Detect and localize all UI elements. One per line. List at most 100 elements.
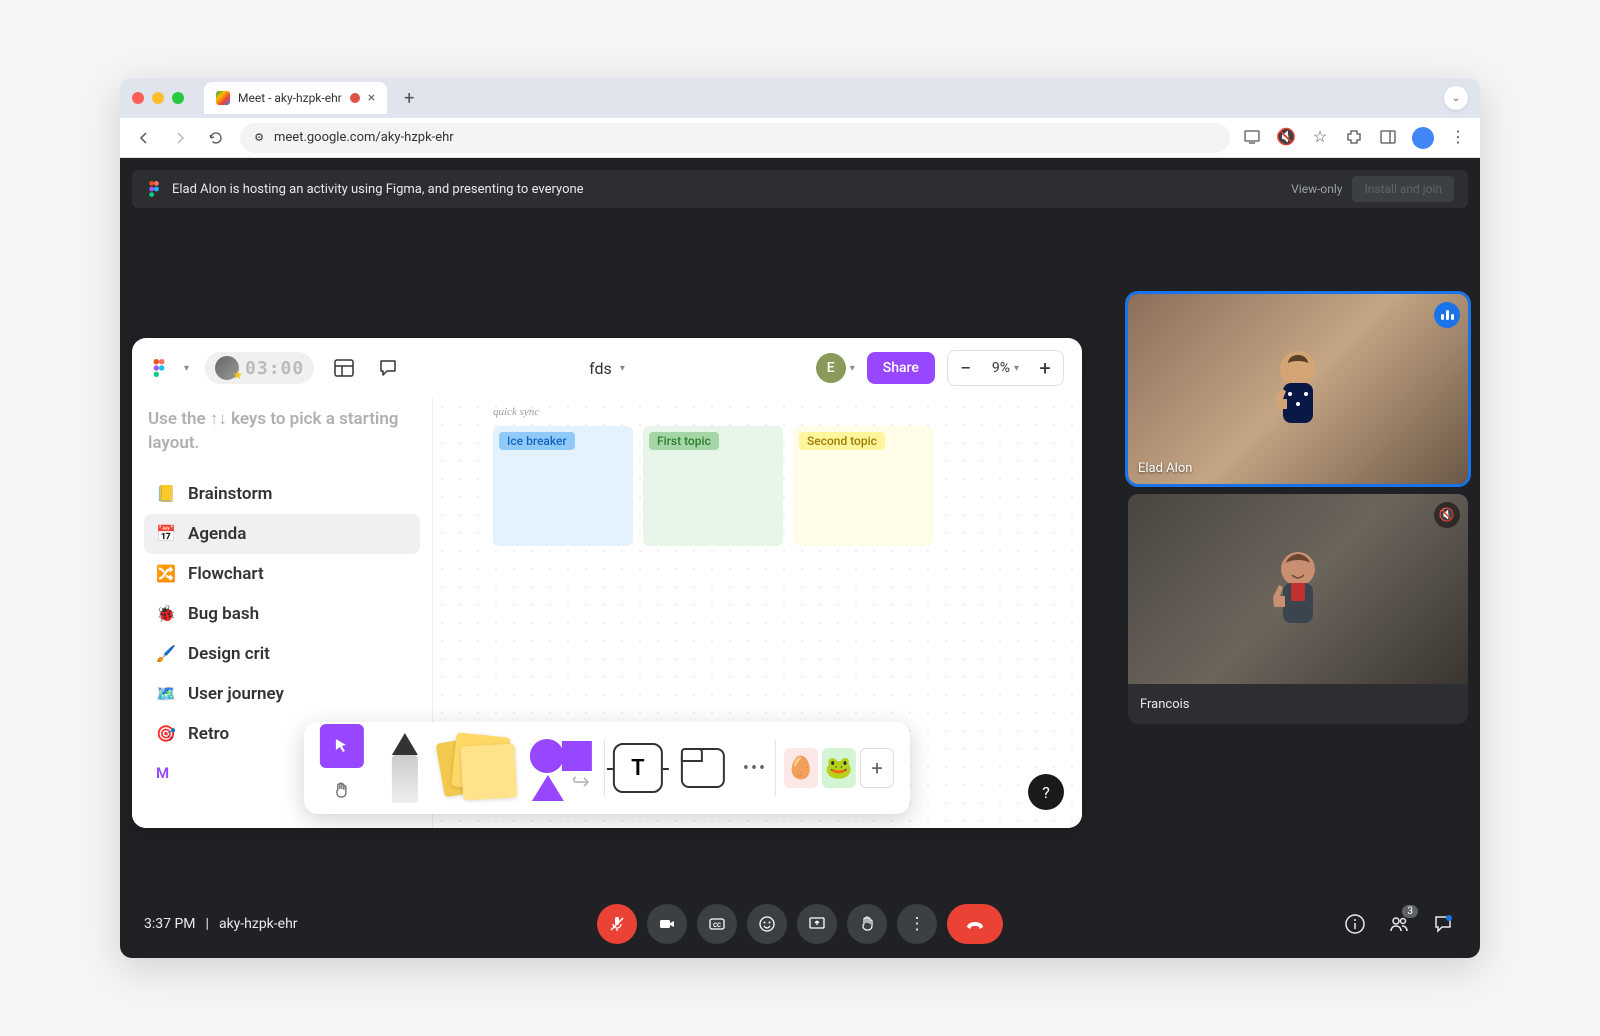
user-avatar: E — [816, 353, 846, 383]
tab-close-icon[interactable]: × — [368, 90, 375, 106]
sticky-note[interactable]: Ice breaker — [493, 426, 633, 546]
zoom-in-button[interactable]: + — [1027, 356, 1063, 380]
sticky-note[interactable]: Second topic — [793, 426, 933, 546]
extensions-icon[interactable] — [1344, 127, 1364, 147]
stamp-widget[interactable]: 🥚 — [784, 748, 818, 788]
meeting-code: aky-hzpk-ehr — [219, 916, 298, 932]
site-settings-icon[interactable]: ⚙ — [252, 131, 266, 145]
leave-call-button[interactable] — [947, 904, 1003, 944]
toolbar-icons: 🔇 ☆ ⋮ — [1242, 127, 1468, 149]
timer-value: 03:00 — [245, 358, 304, 379]
window-minimize[interactable] — [152, 92, 164, 104]
install-join-button[interactable]: Install and join — [1352, 176, 1454, 202]
meet-control-bar: 3:37 PM | aky-hzpk-ehr CC ⋮ 3 — [120, 890, 1480, 958]
template-flowchart[interactable]: 🔀Flowchart — [144, 554, 420, 594]
shapes-tool[interactable]: ↪ — [526, 733, 596, 803]
presence-caret-icon: ▾ — [850, 363, 855, 374]
meet-favicon — [216, 91, 230, 105]
person-thumbsup-icon — [1258, 539, 1338, 639]
figma-icon — [146, 181, 162, 197]
raise-hand-button[interactable] — [847, 904, 887, 944]
screen-share-icon[interactable] — [1242, 127, 1262, 147]
tab-title: Meet - aky-hzpk-ehr — [238, 91, 342, 105]
participant-video — [1128, 494, 1468, 684]
chat-button[interactable] — [1430, 911, 1456, 937]
template-brainstorm[interactable]: 📒Brainstorm — [144, 474, 420, 514]
agenda-icon: 📅 — [156, 524, 176, 544]
widget-group: 🥚 🐸 + — [784, 748, 894, 788]
marker-tool[interactable] — [380, 733, 430, 803]
captions-button[interactable]: CC — [697, 904, 737, 944]
add-widget-button[interactable]: + — [860, 748, 894, 788]
url-input[interactable]: ⚙ meet.google.com/aky-hzpk-ehr — [240, 123, 1230, 153]
muted-icon: 🔇 — [1434, 502, 1460, 528]
chrome-menu-icon[interactable]: ⋮ — [1448, 127, 1468, 147]
meeting-details-button[interactable] — [1342, 911, 1368, 937]
text-tool[interactable]: T — [613, 743, 663, 793]
zoom-value[interactable]: 9%▾ — [984, 360, 1027, 376]
bookmark-star-icon[interactable]: ☆ — [1310, 127, 1330, 147]
template-user-journey[interactable]: 🗺️User journey — [144, 674, 420, 714]
section-tool[interactable] — [681, 748, 725, 788]
hand-tool[interactable] — [320, 768, 364, 812]
window-close[interactable] — [132, 92, 144, 104]
zoom-control: − 9%▾ + — [947, 350, 1064, 386]
template-bug-bash[interactable]: 🐞Bug bash — [144, 594, 420, 634]
window-maximize[interactable] — [172, 92, 184, 104]
separator: | — [206, 916, 209, 932]
more-options-button[interactable]: ⋮ — [897, 904, 937, 944]
reload-button[interactable] — [204, 126, 228, 150]
select-tool[interactable] — [320, 724, 364, 768]
participant-tile[interactable]: 🔇 Francois — [1128, 494, 1468, 724]
flowchart-icon: 🔀 — [156, 564, 176, 584]
help-button[interactable]: ? — [1028, 774, 1064, 810]
figma-toolbar: ▾ ★ 03:00 fds ▾ E ▾ Share — [132, 338, 1082, 398]
figma-menu-caret-icon[interactable]: ▾ — [184, 363, 189, 374]
comments-icon[interactable] — [374, 354, 402, 382]
template-agenda[interactable]: 📅Agenda — [144, 514, 420, 554]
zoom-out-button[interactable]: − — [948, 356, 984, 380]
userjourney-icon: 🗺️ — [156, 684, 176, 704]
new-tab-button[interactable]: + — [395, 84, 423, 112]
traffic-lights — [132, 92, 184, 104]
more-tools-icon[interactable]: ••• — [743, 758, 767, 779]
sticker-widget[interactable]: 🐸 — [822, 748, 856, 788]
side-panel-icon[interactable] — [1378, 127, 1398, 147]
brainstorm-icon: 📒 — [156, 484, 176, 504]
profile-avatar[interactable] — [1412, 127, 1434, 149]
banner-text: Elad Alon is hosting an activity using F… — [172, 182, 584, 197]
participant-tile[interactable]: Elad Alon — [1128, 294, 1468, 484]
presence-avatar-group[interactable]: E ▾ — [816, 353, 855, 383]
speaking-indicator-icon — [1434, 302, 1460, 328]
audio-muted-icon[interactable]: 🔇 — [1276, 127, 1296, 147]
browser-tab[interactable]: Meet - aky-hzpk-ehr × — [204, 82, 387, 114]
sticky-note[interactable]: First topic — [643, 426, 783, 546]
timer-chip[interactable]: ★ 03:00 — [205, 352, 314, 384]
back-button[interactable] — [132, 126, 156, 150]
tab-search-button[interactable]: ⌄ — [1444, 86, 1468, 110]
file-name-area[interactable]: fds ▾ — [589, 359, 625, 378]
people-button[interactable]: 3 — [1386, 911, 1412, 937]
figjam-toolbar: ↪ T ••• 🥚 🐸 + — [304, 722, 910, 814]
figma-logo-icon[interactable] — [150, 359, 168, 377]
share-button[interactable]: Share — [867, 352, 935, 384]
clock-time: 3:37 PM — [144, 916, 196, 932]
participant-name: Francois — [1140, 697, 1190, 712]
sticky-note-tool[interactable] — [438, 733, 518, 803]
figma-presentation: ▾ ★ 03:00 fds ▾ E ▾ Share — [132, 338, 1082, 828]
participant-column: Elad Alon 🔇 Francois — [1128, 294, 1468, 724]
microphone-button[interactable] — [597, 904, 637, 944]
browser-window: Meet - aky-hzpk-ehr × + ⌄ ⚙ meet.google.… — [120, 78, 1480, 958]
template-design-crit[interactable]: 🖌️Design crit — [144, 634, 420, 674]
present-button[interactable] — [797, 904, 837, 944]
star-icon: ★ — [232, 368, 243, 382]
meeting-info: 3:37 PM | aky-hzpk-ehr — [144, 916, 298, 932]
view-only-label: View-only — [1291, 182, 1342, 196]
camera-button[interactable] — [647, 904, 687, 944]
reactions-button[interactable] — [747, 904, 787, 944]
layout-icon[interactable] — [330, 354, 358, 382]
canvas-script-label: quick sync — [493, 406, 539, 418]
people-count-badge: 3 — [1402, 905, 1418, 918]
forward-button[interactable] — [168, 126, 192, 150]
participant-name: Elad Alon — [1138, 461, 1192, 476]
